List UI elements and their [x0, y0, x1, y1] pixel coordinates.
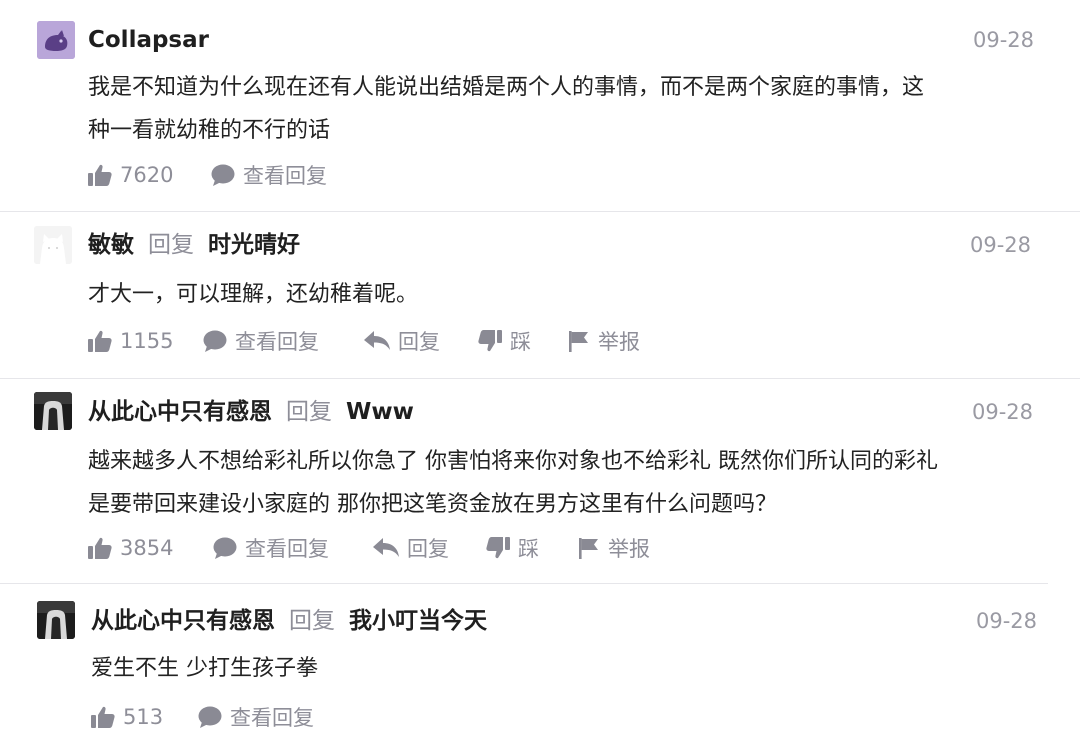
- comment-actions: 7620 查看回复: [88, 160, 988, 190]
- reply-label: 回复: [407, 537, 449, 561]
- white-cat-avatar-icon: [34, 226, 72, 264]
- reply-button[interactable]: 回复: [373, 533, 449, 563]
- reply-button[interactable]: 回复: [364, 326, 440, 356]
- thumbs-up-icon: [91, 706, 115, 728]
- thumbs-up-icon: [88, 537, 112, 559]
- avatar[interactable]: [34, 392, 72, 430]
- comment-body: 越来越多人不想给彩礼所以你急了 你害怕将来你对象也不给彩礼 既然你们所认同的彩礼…: [88, 440, 1048, 526]
- report-label: 举报: [608, 537, 650, 561]
- avatar[interactable]: [37, 21, 75, 59]
- view-replies-label: 查看回复: [245, 537, 329, 561]
- avatar[interactable]: [34, 226, 72, 264]
- comment-item: 从此心中只有感恩 回复 我小叮当今天 09-28 爱生不生 少打生孩子拳 513 查…: [0, 584, 1080, 751]
- like-button[interactable]: 1155: [88, 326, 173, 356]
- comment-actions: 1155 查看回复 回复 踩 举报: [88, 326, 988, 356]
- comment-body-line: 越来越多人不想给彩礼所以你急了 你害怕将来你对象也不给彩礼 既然你们所认同的彩礼: [88, 449, 938, 474]
- flag-icon: [569, 331, 588, 352]
- comment-body-line: 是要带回来建设小家庭的 那你把这笔资金放在男方这里有什么问题吗？: [88, 492, 777, 517]
- view-replies-label: 查看回复: [235, 330, 319, 354]
- like-button[interactable]: 3854: [88, 533, 173, 563]
- author-line: 敏敏 回复 时光晴好: [88, 234, 300, 257]
- dislike-label: 踩: [518, 537, 539, 561]
- comment-date: 09-28: [970, 233, 1032, 257]
- thumbs-up-icon: [88, 164, 112, 186]
- like-button[interactable]: 513: [91, 702, 163, 732]
- author-name[interactable]: 敏敏: [88, 232, 134, 258]
- comment-date: 09-28: [973, 28, 1035, 52]
- reply-target-name[interactable]: Www: [346, 399, 414, 425]
- dislike-button[interactable]: 踩: [478, 326, 531, 356]
- reply-target-name[interactable]: 时光晴好: [208, 232, 300, 258]
- dislike-button[interactable]: 踩: [486, 533, 539, 563]
- like-count: 1155: [120, 329, 174, 353]
- reply-arrow-icon: [373, 538, 399, 557]
- author-name[interactable]: Collapsar: [88, 29, 209, 52]
- like-count: 513: [123, 705, 164, 729]
- like-count: 7620: [120, 163, 174, 187]
- dark-photo-avatar-icon: [37, 601, 75, 639]
- reply-word: 回复: [286, 399, 332, 425]
- comment-body-line: 爱生不生 少打生孩子拳: [91, 656, 318, 681]
- dark-photo-avatar-icon: [34, 392, 72, 430]
- comment-body-line: 才大一，可以理解，还幼稚着呢。: [88, 282, 419, 307]
- comment-body-line: 种一看就幼稚的不行的话: [88, 118, 331, 143]
- reply-word: 回复: [289, 608, 335, 634]
- reply-arrow-icon: [364, 331, 390, 350]
- reply-label: 回复: [398, 330, 440, 354]
- view-replies-label: 查看回复: [230, 706, 314, 730]
- view-replies-button[interactable]: 查看回复: [198, 702, 314, 732]
- comment-item: Collapsar 09-28 我是不知道为什么现在还有人能说出结婚是两个人的事…: [0, 0, 1080, 210]
- like-count: 3854: [120, 536, 174, 560]
- thumbs-down-icon: [486, 537, 510, 559]
- comment-actions: 513 查看回复: [91, 702, 991, 732]
- comment-item: 从此心中只有感恩 回复 Www 09-28 越来越多人不想给彩礼所以你急了 你害怕将…: [0, 379, 1080, 583]
- comment-actions: 3854 查看回复 回复 踩 举报: [88, 533, 988, 563]
- author-name[interactable]: 从此心中只有感恩: [88, 399, 272, 425]
- comment-body: 我是不知道为什么现在还有人能说出结婚是两个人的事情，而不是两个家庭的事情，这 种…: [88, 66, 1048, 152]
- purple-cat-avatar-icon: [37, 21, 75, 59]
- comment-body-line: 我是不知道为什么现在还有人能说出结婚是两个人的事情，而不是两个家庭的事情，这: [88, 75, 925, 100]
- report-button[interactable]: 举报: [578, 533, 650, 563]
- report-button[interactable]: 举报: [568, 326, 640, 356]
- speech-bubble-icon: [198, 706, 222, 728]
- flag-icon: [579, 538, 598, 559]
- dislike-label: 踩: [510, 330, 531, 354]
- reply-target-name[interactable]: 我小叮当今天: [349, 608, 487, 634]
- speech-bubble-icon: [211, 164, 235, 186]
- avatar[interactable]: [37, 601, 75, 639]
- view-replies-button[interactable]: 查看回复: [213, 533, 329, 563]
- comment-body: 才大一，可以理解，还幼稚着呢。: [88, 273, 1048, 316]
- speech-bubble-icon: [213, 537, 237, 559]
- speech-bubble-icon: [203, 330, 227, 352]
- author-line: 从此心中只有感恩 回复 Www: [88, 401, 414, 424]
- report-label: 举报: [598, 330, 640, 354]
- like-button[interactable]: 7620: [88, 160, 173, 190]
- author-name[interactable]: 从此心中只有感恩: [91, 608, 275, 634]
- comment-date: 09-28: [976, 609, 1038, 633]
- comment-date: 09-28: [972, 400, 1034, 424]
- view-replies-label: 查看回复: [243, 164, 327, 188]
- thumbs-down-icon: [478, 330, 502, 352]
- reply-word: 回复: [148, 232, 194, 258]
- view-replies-button[interactable]: 查看回复: [211, 160, 327, 190]
- view-replies-button[interactable]: 查看回复: [203, 326, 319, 356]
- comment-item: 敏敏 回复 时光晴好 09-28 才大一，可以理解，还幼稚着呢。 1155 查看回复…: [0, 212, 1080, 378]
- author-line: 从此心中只有感恩 回复 我小叮当今天: [91, 610, 487, 633]
- comment-body: 爱生不生 少打生孩子拳: [91, 647, 1051, 690]
- thumbs-up-icon: [88, 330, 112, 352]
